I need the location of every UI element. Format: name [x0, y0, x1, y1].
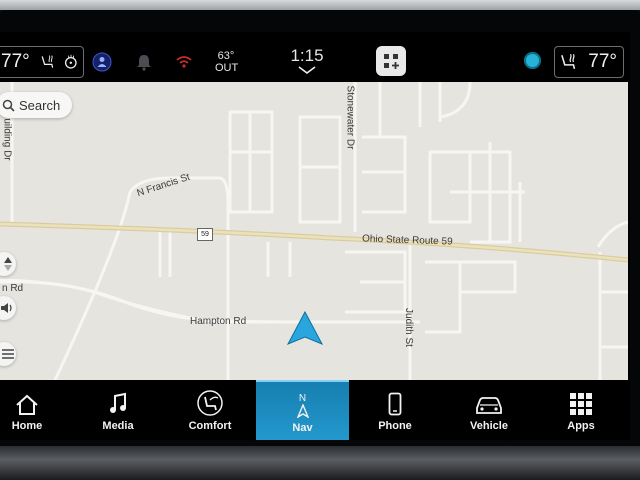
nav-vehicle[interactable]: Vehicle	[462, 380, 516, 438]
phone-icon	[388, 392, 402, 416]
search-label: Search	[19, 97, 61, 113]
building-dr-label: uilding Dr	[1, 118, 13, 161]
nav-media-label: Media	[102, 420, 134, 432]
navigation-arrow-icon	[296, 404, 309, 418]
status-bar: 77° 63° OUT 1:15 77°	[0, 36, 630, 82]
nav-compass-letter: N	[298, 393, 307, 404]
driver-climate-button[interactable]: 77°	[0, 46, 84, 78]
stonewater-dr-label: Stonewater Dr	[344, 85, 356, 150]
driver-profile-icon[interactable]	[92, 52, 112, 72]
comfort-seat-icon	[197, 390, 223, 416]
hamburger-menu-icon	[2, 349, 14, 359]
bottom-nav-bar: Home Media Comfort N Nav Phone Vehicle A…	[0, 380, 630, 440]
outside-temperature: 63° OUT	[215, 50, 239, 74]
search-icon	[2, 99, 15, 112]
apps-grid-icon	[570, 393, 592, 415]
driver-temp: 77°	[1, 51, 30, 72]
outside-temp-label: OUT	[215, 62, 239, 74]
heated-wheel-icon	[65, 54, 78, 69]
music-note-icon	[110, 392, 126, 413]
vehicle-position-arrow	[286, 310, 324, 345]
judith-st-label: Judith St	[402, 308, 414, 347]
alexa-icon[interactable]	[524, 52, 541, 69]
speaker-icon	[1, 303, 12, 313]
hampton-rd-label: Hampton Rd	[190, 316, 247, 327]
route-59-line	[0, 221, 628, 263]
nav-phone-label: Phone	[378, 420, 412, 432]
nav-vehicle-label: Vehicle	[470, 420, 508, 432]
map-search-button[interactable]: Search	[0, 92, 72, 118]
grid-plus-icon	[384, 54, 399, 69]
heated-seat-icon	[41, 55, 53, 68]
home-icon	[16, 394, 38, 415]
heated-seat-icon	[561, 54, 576, 69]
app-drawer-button[interactable]	[376, 46, 406, 76]
vehicle-icon	[476, 397, 502, 414]
compass-arrows-icon	[4, 257, 12, 271]
map-view[interactable]: Ohio State Route 59 Hampton Rd N Francis…	[0, 82, 628, 380]
clock: 1:15	[290, 46, 324, 65]
route-shield: 59	[197, 228, 213, 241]
nav-phone[interactable]: Phone	[370, 380, 420, 438]
chevron-down-icon[interactable]	[298, 66, 316, 75]
bezel-bottom	[0, 446, 640, 480]
nav-nav[interactable]: N Nav	[256, 380, 349, 440]
road-label-left: n Rd	[2, 283, 24, 294]
nav-apps-label: Apps	[567, 420, 595, 432]
notification-bell-icon[interactable]	[134, 52, 154, 72]
nav-apps[interactable]: Apps	[556, 380, 606, 438]
bezel-top	[0, 0, 640, 10]
map-canvas	[0, 82, 628, 380]
nav-comfort[interactable]: Comfort	[180, 380, 240, 438]
nav-media[interactable]: Media	[88, 380, 148, 438]
nav-home[interactable]: Home	[0, 380, 54, 438]
passenger-temp: 77°	[588, 51, 617, 72]
nav-comfort-label: Comfort	[188, 420, 232, 432]
nav-home-label: Home	[11, 420, 43, 432]
passenger-climate-button[interactable]: 77°	[554, 46, 624, 78]
outside-temp-value: 63°	[217, 50, 235, 62]
nav-nav-label: Nav	[292, 422, 313, 434]
wifi-signal-icon	[176, 56, 192, 68]
